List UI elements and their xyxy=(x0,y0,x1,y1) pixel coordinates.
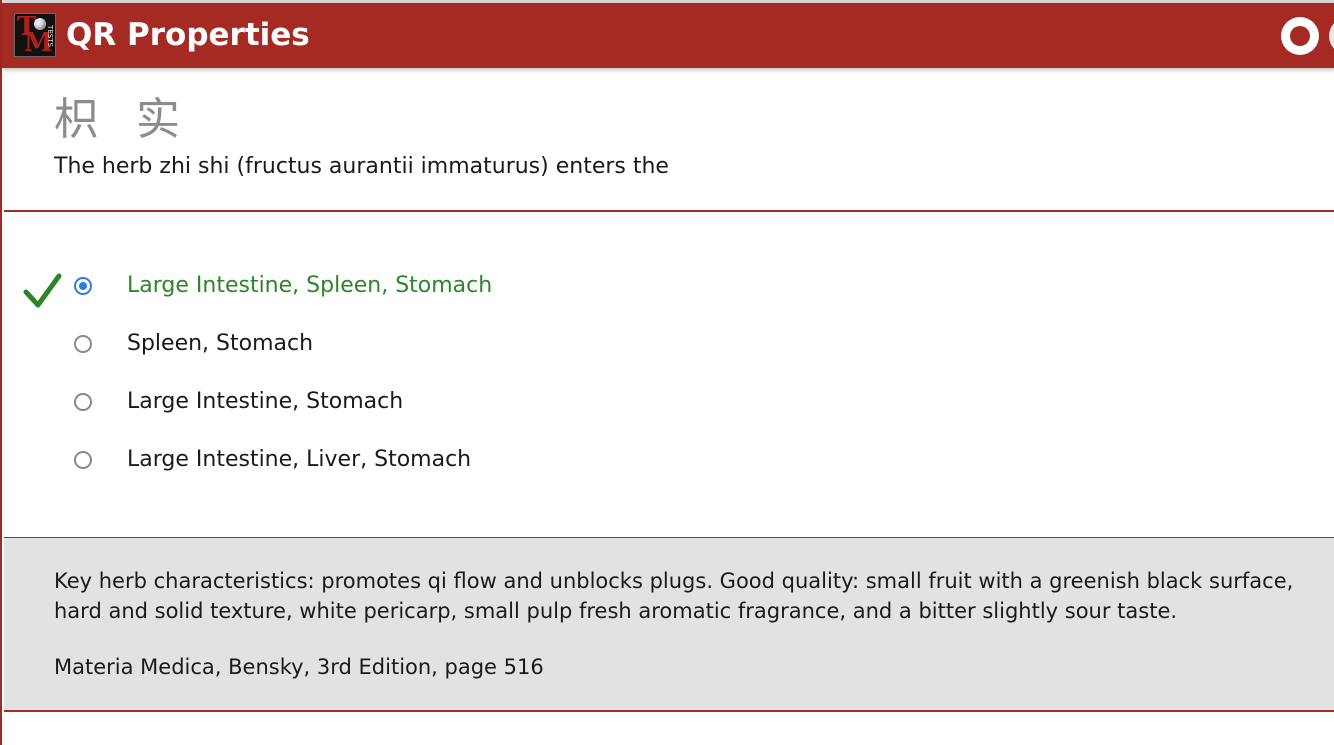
answer-option-2[interactable]: Spleen, Stomach xyxy=(72,326,772,366)
radio-button[interactable] xyxy=(74,335,92,353)
answer-option-1[interactable]: Large Intestine, Spleen, Stomach xyxy=(72,268,772,308)
answer-options: Large Intestine, Spleen, Stomach Spleen,… xyxy=(4,212,1334,537)
radio-button[interactable] xyxy=(74,451,92,469)
answer-option-3[interactable]: Large Intestine, Stomach xyxy=(72,384,772,424)
answer-label: Large Intestine, Stomach xyxy=(127,389,404,414)
answer-label: Spleen, Stomach xyxy=(127,331,314,356)
quiz-window: T M TESTS QR Properties 枳 实 The herb zhi… xyxy=(0,0,1334,745)
question-text: The herb zhi shi (fructus aurantii immat… xyxy=(54,154,669,179)
explanation-text: Key herb characteristics: promotes qi fl… xyxy=(54,569,1294,623)
herb-chinese-name: 枳 实 xyxy=(54,94,192,145)
title-bar: T M TESTS QR Properties xyxy=(2,3,1334,68)
radio-button-selected[interactable] xyxy=(74,277,92,295)
secondary-action-icon[interactable] xyxy=(1329,17,1334,55)
reference-citation: Materia Medica, Bensky, 3rd Edition, pag… xyxy=(54,655,544,679)
explanation-panel: Key herb characteristics: promotes qi fl… xyxy=(4,537,1334,712)
tcm-tests-logo: T M TESTS xyxy=(14,13,56,57)
window-title: QR Properties xyxy=(66,17,310,53)
question-panel: 枳 实 The herb zhi shi (fructus aurantii i… xyxy=(4,68,1334,212)
answer-option-4[interactable]: Large Intestine, Liver, Stomach xyxy=(72,442,772,482)
radio-button[interactable] xyxy=(74,393,92,411)
checkmark-icon xyxy=(23,273,62,308)
answer-label: Large Intestine, Liver, Stomach xyxy=(127,447,472,472)
answer-label: Large Intestine, Spleen, Stomach xyxy=(127,273,493,298)
record-icon[interactable] xyxy=(1281,17,1319,55)
